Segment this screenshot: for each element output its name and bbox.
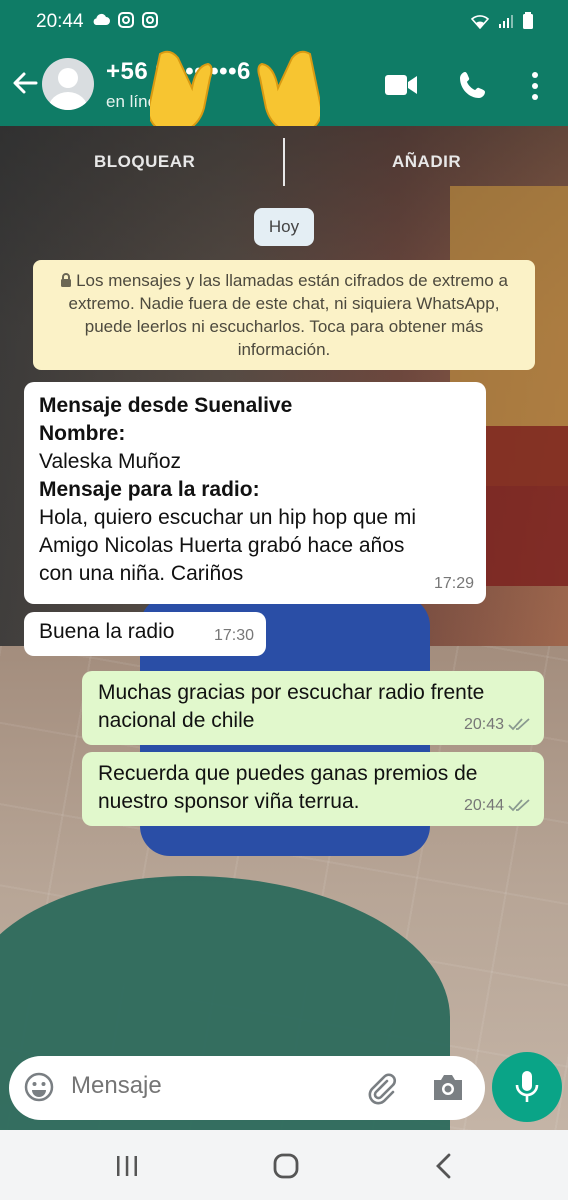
nav-back-icon[interactable]	[434, 1152, 454, 1180]
double-check-icon	[508, 713, 532, 731]
message-line: Nombre:	[39, 422, 126, 445]
double-check-icon	[508, 794, 532, 812]
phone-icon[interactable]	[458, 70, 488, 100]
instagram-icon	[142, 12, 158, 33]
message-time: 17:30	[213, 627, 254, 644]
encryption-notice[interactable]: Los mensajes y las llamadas están cifrad…	[33, 260, 535, 370]
lock-icon	[60, 270, 72, 287]
recent-apps-icon[interactable]	[114, 1154, 140, 1178]
camera-icon[interactable]	[431, 1072, 465, 1102]
message-line: Amigo Nicolas Huerta grabó hace años	[39, 534, 405, 557]
cloud-icon	[92, 12, 110, 33]
message-line: Hola, quiero escuchar un hip hop que mi	[39, 506, 417, 529]
message-text: Muchas gracias por escuchar radio frente…	[98, 681, 485, 732]
message-text: Buena la radio	[39, 620, 175, 643]
instagram-icon	[118, 12, 134, 33]
message-time: 20:43	[463, 716, 504, 733]
message-line: Valeska Muñoz	[39, 450, 182, 473]
status-bar: 20:44	[0, 0, 568, 44]
battery-icon	[522, 12, 534, 35]
emoji-icon[interactable]	[23, 1071, 55, 1103]
chat-header: +56 9 ••• •••6 en línea	[0, 44, 568, 136]
message-bubble-incoming[interactable]: Mensaje desde Suenalive Nombre: Valeska …	[24, 382, 486, 604]
message-composer	[9, 1056, 485, 1120]
block-button[interactable]: BLOQUEAR	[94, 152, 195, 172]
message-bubble-incoming[interactable]: Buena la radio 17:30	[24, 612, 266, 656]
divider	[283, 138, 285, 186]
message-time: 17:29	[433, 575, 474, 592]
notification-icons	[92, 12, 158, 33]
message-bubble-outgoing[interactable]: Recuerda que puedes ganas premios de nue…	[82, 752, 544, 826]
message-meta: 20:43	[464, 711, 532, 739]
add-contact-button[interactable]: AÑADIR	[392, 152, 461, 172]
message-line: con una niña. Cariños	[39, 562, 244, 585]
more-vert-icon[interactable]	[526, 70, 544, 102]
message-meta: 20:44	[464, 792, 532, 820]
status-time: 20:44	[36, 11, 84, 32]
message-text: Recuerda que puedes ganas premios de nue…	[98, 762, 478, 813]
message-time: 20:44	[463, 797, 504, 814]
message-input[interactable]	[71, 1072, 351, 1100]
back-arrow-icon[interactable]	[10, 68, 40, 98]
video-call-icon[interactable]	[384, 72, 418, 98]
unknown-contact-actions: BLOQUEAR AÑADIR	[0, 126, 568, 198]
message-bubble-outgoing[interactable]: Muchas gracias por escuchar radio frente…	[82, 671, 544, 745]
signal-icon	[498, 13, 514, 34]
wifi-icon	[470, 13, 490, 34]
avatar[interactable]	[42, 58, 94, 110]
date-chip: Hoy	[254, 208, 314, 246]
system-nav-bar	[0, 1130, 568, 1200]
mic-icon	[515, 1071, 539, 1102]
attach-icon[interactable]	[365, 1072, 399, 1106]
home-icon[interactable]	[272, 1152, 300, 1180]
message-line: Mensaje para la radio:	[39, 478, 260, 501]
encryption-notice-text: Los mensajes y las llamadas están cifrad…	[68, 271, 508, 359]
message-line: Mensaje desde Suenalive	[39, 394, 293, 417]
system-icons	[470, 12, 534, 35]
mic-button[interactable]	[492, 1052, 562, 1122]
